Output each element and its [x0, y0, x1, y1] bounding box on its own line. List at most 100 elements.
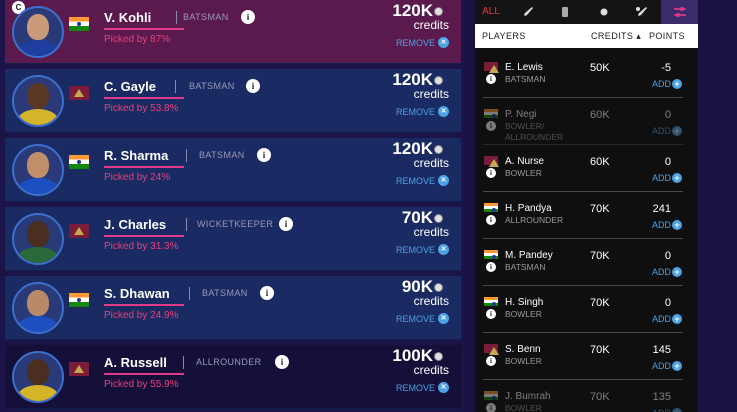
add-button[interactable]: ADD: [652, 173, 671, 183]
remove-x-icon[interactable]: ✕: [438, 106, 449, 117]
player-role: WICKETKEEPER: [197, 219, 274, 229]
remove-x-icon[interactable]: ✕: [438, 37, 449, 48]
add-button[interactable]: ADD: [652, 220, 671, 230]
player-name: S. Dhawan: [104, 286, 170, 301]
tab-all[interactable]: ALL: [475, 0, 507, 24]
india-flag-icon: [69, 17, 89, 31]
wicketkeeper-icon[interactable]: [549, 0, 581, 24]
add-plus-icon[interactable]: +: [672, 173, 682, 183]
pool-row[interactable]: i H. Pandya ALLROUNDER 70K 241 ADD +: [483, 192, 683, 239]
pool-player-role: BOWLER/ ALLROUNDER: [505, 121, 564, 142]
ball-icon[interactable]: [588, 0, 620, 24]
coin-icon: [434, 76, 443, 85]
credits-column-header[interactable]: CREDITS ▴: [591, 31, 641, 42]
info-icon[interactable]: i: [486, 309, 496, 319]
player-card[interactable]: C V. Kohli BATSMAN i Picked by 87% 120K credit…: [5, 0, 461, 64]
credits-label: credits: [413, 294, 449, 308]
pool-player-points: 0: [664, 250, 671, 262]
picked-percentage: Picked by 24.9%: [104, 310, 179, 321]
player-card[interactable]: J. Charles WICKETKEEPER i Picked by 31.3% 70…: [5, 207, 461, 271]
player-card[interactable]: R. Sharma BATSMAN i Picked by 24% 120K credit…: [5, 138, 461, 202]
info-icon[interactable]: i: [275, 355, 289, 369]
info-icon[interactable]: i: [279, 217, 293, 231]
pool-row[interactable]: i H. Singh BOWLER 70K 0 ADD +: [483, 286, 683, 333]
pool-row[interactable]: i J. BumrahBOWLER 70K 135 ADD+: [483, 380, 683, 412]
divider: [176, 11, 177, 24]
divider: [186, 149, 187, 162]
picked-percentage: Picked by 24%: [104, 172, 171, 183]
remove-x-icon[interactable]: ✕: [438, 313, 449, 324]
india-flag-icon: [484, 250, 498, 259]
pool-row[interactable]: i E. Lewis BATSMAN 50K -5 ADD +: [483, 51, 683, 98]
pool-player-role: ALLROUNDER: [505, 215, 564, 225]
west-indies-flag-icon: [69, 86, 89, 100]
remove-x-icon[interactable]: ✕: [438, 382, 449, 393]
add-button[interactable]: ADD: [652, 314, 671, 324]
credits-label: credits: [413, 363, 449, 377]
remove-x-icon[interactable]: ✕: [438, 244, 449, 255]
pool-row[interactable]: i S. Benn BOWLER 70K 145 ADD +: [483, 333, 683, 380]
player-avatar: [12, 6, 64, 58]
add-button[interactable]: ADD: [652, 408, 671, 412]
pool-player-role: BOWLER: [505, 403, 542, 412]
picked-percentage: Picked by 31.3%: [104, 241, 179, 252]
add-plus-icon[interactable]: +: [672, 267, 682, 277]
player-card[interactable]: C. Gayle BATSMAN i Picked by 53.8% 120K credi…: [5, 69, 461, 133]
pool-player-credits: 60K: [590, 109, 610, 121]
remove-x-icon[interactable]: ✕: [438, 175, 449, 186]
credits-label: credits: [413, 18, 449, 32]
remove-button[interactable]: REMOVE: [396, 107, 435, 117]
pool-row[interactable]: i M. Pandey BATSMAN 70K 0 ADD +: [483, 239, 683, 286]
info-icon[interactable]: i: [486, 356, 496, 366]
player-card[interactable]: A. Russell ALLROUNDER i Picked by 55.9% 100K…: [5, 345, 461, 409]
pool-player-credits: 50K: [590, 62, 610, 74]
add-plus-icon[interactable]: +: [672, 408, 682, 412]
remove-button[interactable]: REMOVE: [396, 176, 435, 186]
player-card[interactable]: S. Dhawan BATSMAN i Picked by 24.9% 90K credi…: [5, 276, 461, 340]
add-plus-icon[interactable]: +: [672, 79, 682, 89]
info-icon[interactable]: i: [260, 286, 274, 300]
add-plus-icon[interactable]: +: [672, 361, 682, 371]
pool-player-name: P. Negi: [505, 109, 537, 120]
selected-team-list: C V. Kohli BATSMAN i Picked by 87% 120K credit…: [0, 0, 465, 412]
info-icon[interactable]: i: [486, 121, 496, 131]
info-icon[interactable]: i: [486, 74, 496, 84]
player-avatar: [12, 144, 64, 196]
west-indies-flag-icon: [69, 362, 89, 376]
remove-button[interactable]: REMOVE: [396, 383, 435, 393]
info-icon[interactable]: i: [486, 262, 496, 272]
player-role: BATSMAN: [183, 12, 229, 22]
remove-button[interactable]: REMOVE: [396, 245, 435, 255]
info-icon[interactable]: i: [486, 403, 496, 412]
india-flag-icon: [69, 293, 89, 307]
remove-button[interactable]: REMOVE: [396, 38, 435, 48]
remove-button[interactable]: REMOVE: [396, 314, 435, 324]
picked-underline: [104, 97, 184, 99]
pool-player-name: S. Benn: [505, 344, 541, 355]
scrollbar[interactable]: [698, 0, 702, 412]
player-name: A. Russell: [104, 355, 167, 370]
west-indies-flag-icon: [484, 62, 498, 71]
info-icon[interactable]: i: [241, 10, 255, 24]
info-icon[interactable]: i: [486, 215, 496, 225]
add-plus-icon[interactable]: +: [672, 314, 682, 324]
bat-icon[interactable]: [512, 0, 544, 24]
info-icon[interactable]: i: [257, 148, 271, 162]
divider: [175, 80, 176, 93]
points-column-header[interactable]: POINTS: [649, 31, 685, 41]
add-button[interactable]: ADD: [652, 361, 671, 371]
avatar-shirt: [18, 178, 58, 194]
add-button[interactable]: ADD: [652, 126, 671, 136]
coin-icon: [434, 7, 443, 16]
add-button[interactable]: ADD: [652, 79, 671, 89]
pool-row[interactable]: i A. Nurse BOWLER 60K 0 ADD +: [483, 145, 683, 192]
pool-player-points: 145: [652, 344, 671, 356]
filter-icon[interactable]: [661, 0, 698, 24]
add-plus-icon[interactable]: +: [672, 220, 682, 230]
pool-row[interactable]: i P. Negi BOWLER/ ALLROUNDER 60K 0 ADD +: [483, 98, 683, 145]
add-button[interactable]: ADD: [652, 267, 671, 277]
add-plus-icon[interactable]: +: [672, 126, 682, 136]
info-icon[interactable]: i: [486, 168, 496, 178]
info-icon[interactable]: i: [246, 79, 260, 93]
allrounder-icon[interactable]: [625, 0, 657, 24]
